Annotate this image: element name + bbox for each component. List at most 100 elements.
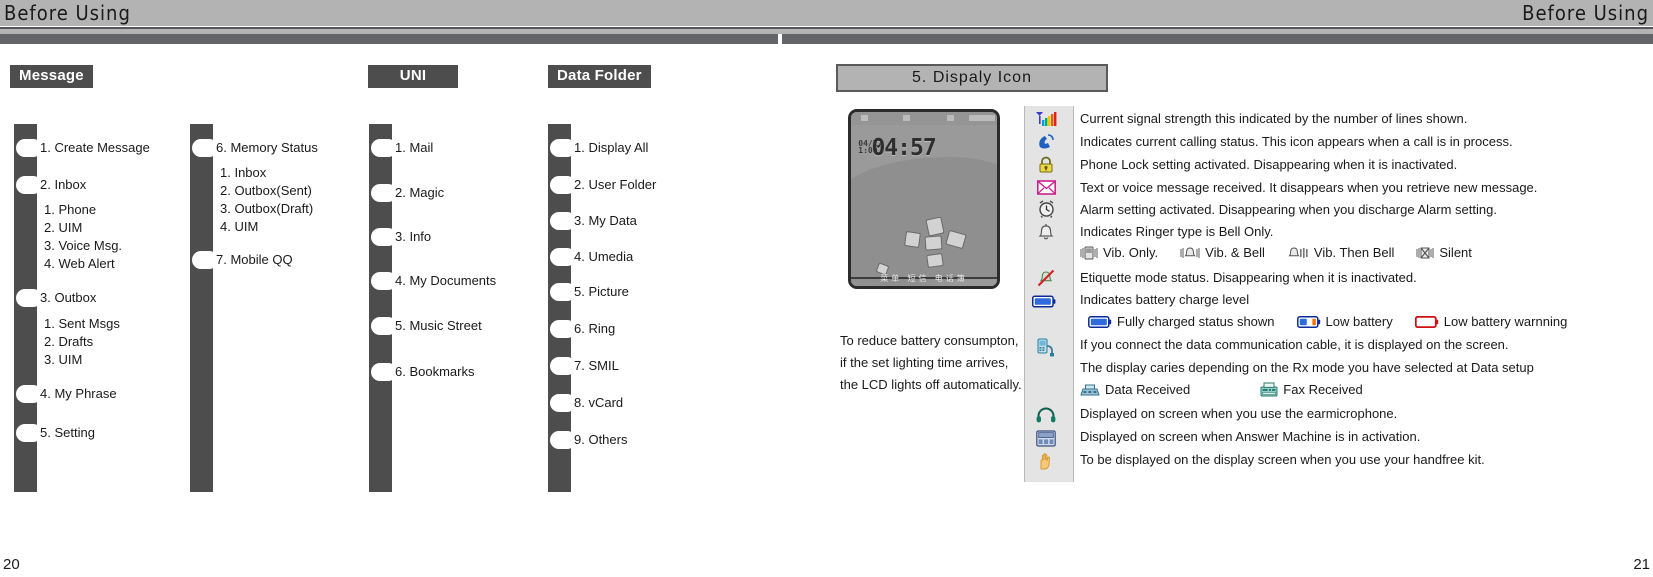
chip-uni[interactable]: UNI xyxy=(368,65,458,88)
menu-item-music-street[interactable]: 5. Music Street xyxy=(373,317,482,335)
menu-item-user-folder[interactable]: 2. User Folder xyxy=(552,176,656,194)
menu-item-mail[interactable]: 1. Mail xyxy=(373,139,433,157)
menu-item-my-phrase[interactable]: 4. My Phrase xyxy=(18,385,117,403)
menu-item-vcard[interactable]: 8. vCard xyxy=(552,394,623,412)
page-number-right: 21 xyxy=(1633,556,1650,573)
header-title-left: Before Using xyxy=(4,1,131,25)
sublist-item[interactable]: 1. Phone xyxy=(44,201,122,219)
vib-only-label: Vib. Only. xyxy=(1103,245,1159,260)
header-rule-thick-left xyxy=(0,34,778,44)
sublist-item[interactable]: 2. Outbox(Sent) xyxy=(220,182,313,200)
menu-item-magic[interactable]: 2. Magic xyxy=(373,184,444,202)
rail-uni xyxy=(369,124,392,492)
signal-bars-icon xyxy=(1034,108,1058,130)
phone-status-bar xyxy=(851,112,997,125)
etiquette-mute-icon xyxy=(1034,267,1058,289)
menu-item-inbox[interactable]: 2. Inbox xyxy=(18,176,86,194)
rx-mode-row: Data Received Fax Received xyxy=(1080,382,1363,397)
battery-warning-label: Low battery warnning xyxy=(1443,314,1568,329)
bell-icon xyxy=(1034,221,1058,243)
vib-then-bell-icon xyxy=(1287,246,1309,260)
padlock-icon xyxy=(1034,153,1058,175)
battery-icon xyxy=(1032,290,1056,312)
menu-item-bookmarks[interactable]: 6. Bookmarks xyxy=(373,363,474,381)
rail-message-col2 xyxy=(190,124,213,492)
vib-and-bell-icon xyxy=(1180,246,1200,260)
alarm-clock-icon xyxy=(1034,198,1058,220)
menu-item-umedia[interactable]: 4. Umedia xyxy=(552,248,633,266)
header-rule-thick-right xyxy=(782,34,1653,44)
sublist-item[interactable]: 2. UIM xyxy=(44,219,122,237)
sublist-inbox: 1. Phone 2. UIM 3. Voice Msg. 4. Web Ale… xyxy=(44,201,122,273)
chip-message[interactable]: Message xyxy=(10,65,93,88)
battery-warning-icon xyxy=(1414,315,1439,328)
icon-desc-message: Text or voice message received. It disap… xyxy=(1080,180,1538,195)
data-received-label: Data Received xyxy=(1105,382,1191,397)
icon-desc-battery: Indicates battery charge level xyxy=(1080,292,1250,307)
menu-item-my-data[interactable]: 3. My Data xyxy=(552,212,637,230)
header-band xyxy=(0,0,1653,26)
phone-wallpaper-hill xyxy=(851,157,997,280)
phone-screenshot: 04/27 1:00 04:57 菜单 短信 电话簿 xyxy=(848,109,1000,289)
battery-full-icon xyxy=(1088,315,1112,328)
icon-desc-handfree: To be displayed on the display screen wh… xyxy=(1080,452,1485,467)
menu-item-outbox[interactable]: 3. Outbox xyxy=(18,289,96,307)
menu-item-picture[interactable]: 5. Picture xyxy=(552,283,629,301)
data-cable-icon xyxy=(1034,336,1058,358)
menu-item-memory-status[interactable]: 6. Memory Status xyxy=(194,139,318,157)
phone-caption-line-3: the LCD lights off automatically. xyxy=(840,377,1022,392)
sublist-item[interactable]: 1. Sent Msgs xyxy=(44,315,120,333)
menu-item-info[interactable]: 3. Info xyxy=(373,228,431,246)
vib-only-icon xyxy=(1080,246,1098,260)
header-title-right: Before Using xyxy=(1522,1,1649,25)
menu-item-create-message[interactable]: 1. Create Message xyxy=(18,139,150,157)
battery-low-icon xyxy=(1296,315,1321,328)
sublist-item[interactable]: 4. UIM xyxy=(220,218,313,236)
chip-data-folder[interactable]: Data Folder xyxy=(548,65,651,88)
icon-desc-etiquette: Etiquette mode status. Disappearing when… xyxy=(1080,270,1417,285)
data-received-icon xyxy=(1080,383,1100,397)
vib-and-bell-label: Vib. & Bell xyxy=(1205,245,1265,260)
rx-mode-note: The display caries depending on the Rx m… xyxy=(1080,360,1534,375)
answer-machine-icon xyxy=(1034,427,1058,449)
envelope-icon xyxy=(1034,176,1058,198)
icon-desc-data-cable: If you connect the data communication ca… xyxy=(1080,337,1509,352)
icon-desc-calling: Indicates current calling status. This i… xyxy=(1080,134,1513,149)
headset-icon xyxy=(1034,404,1058,426)
phone-caption-line-2: if the set lighting time arrives, xyxy=(840,355,1009,370)
handset-call-icon xyxy=(1034,131,1058,153)
sublist-memory-status: 1. Inbox 2. Outbox(Sent) 3. Outbox(Draft… xyxy=(220,164,313,236)
fax-received-icon xyxy=(1260,382,1278,397)
battery-low-label: Low battery xyxy=(1325,314,1393,329)
icon-desc-answer-machine: Displayed on screen when Answer Machine … xyxy=(1080,429,1421,444)
menu-item-smil[interactable]: 7. SMIL xyxy=(552,357,619,375)
sublist-item[interactable]: 3. Voice Msg. xyxy=(44,237,122,255)
hand-icon xyxy=(1034,450,1058,472)
menu-item-setting[interactable]: 5. Setting xyxy=(18,424,95,442)
silent-icon xyxy=(1416,246,1434,260)
icon-desc-headset: Displayed on screen when you use the ear… xyxy=(1080,406,1398,421)
section-header-display-icon: 5. Dispaly Icon xyxy=(836,64,1108,92)
sublist-item[interactable]: 3. UIM xyxy=(44,351,120,369)
icon-desc-phone-lock: Phone Lock setting activated. Disappeari… xyxy=(1080,157,1458,172)
battery-state-row: Fully charged status shown Low battery L… xyxy=(1088,314,1567,329)
menu-item-mobile-qq[interactable]: 7. Mobile QQ xyxy=(194,251,293,269)
sublist-item[interactable]: 1. Inbox xyxy=(220,164,313,182)
phone-softkeys: 菜单 短信 电话簿 xyxy=(880,274,968,283)
menu-item-display-all[interactable]: 1. Display All xyxy=(552,139,648,157)
phone-time: 04:57 xyxy=(871,134,936,161)
vib-then-bell-label: Vib. Then Bell xyxy=(1313,245,1395,260)
battery-full-label: Fully charged status shown xyxy=(1117,314,1275,329)
icon-desc-signal: Current signal strength this indicated b… xyxy=(1080,111,1468,126)
icon-desc-alarm: Alarm setting activated. Disappearing wh… xyxy=(1080,202,1497,217)
sublist-item[interactable]: 3. Outbox(Draft) xyxy=(220,200,313,218)
page-number-left: 20 xyxy=(3,556,20,573)
sublist-item[interactable]: 2. Drafts xyxy=(44,333,120,351)
sublist-item[interactable]: 4. Web Alert xyxy=(44,255,122,273)
ringer-mode-row: Vib. Only. Vib. & Bell Vib. Then Bell Si… xyxy=(1080,245,1472,260)
menu-item-ring[interactable]: 6. Ring xyxy=(552,320,615,338)
menu-item-others[interactable]: 9. Others xyxy=(552,431,627,449)
fax-received-label: Fax Received xyxy=(1283,382,1363,397)
menu-item-my-documents[interactable]: 4. My Documents xyxy=(373,272,496,290)
phone-caption-line-1: To reduce battery consumpton, xyxy=(840,333,1019,348)
